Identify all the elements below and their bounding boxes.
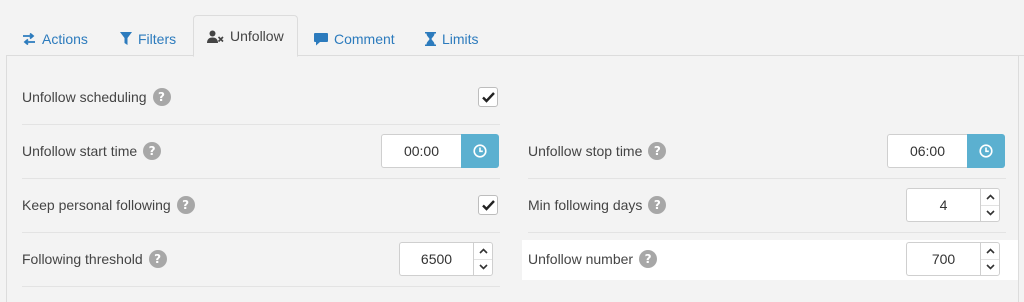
unfollow-number-label: Unfollow number — [528, 251, 634, 267]
unfollow-number-stepper: 700 — [906, 242, 1000, 276]
row-divider — [528, 178, 1006, 179]
comment-icon — [314, 32, 328, 46]
help-icon[interactable]: ? — [152, 88, 171, 106]
help-icon[interactable]: ? — [648, 142, 667, 160]
stepper-arrows — [980, 242, 1000, 276]
tab-label: Filters — [138, 31, 177, 47]
following-threshold-label: Following threshold — [22, 251, 143, 267]
unfollow-stop-time-input[interactable]: 06:00 — [887, 134, 967, 168]
help-icon[interactable]: ? — [176, 196, 195, 214]
tab-label: Comment — [334, 31, 395, 47]
help-icon[interactable]: ? — [648, 196, 667, 214]
tab-label: Unfollow — [230, 28, 284, 44]
checkmark-icon — [481, 91, 495, 103]
stepper-arrows — [473, 242, 493, 276]
row-divider — [528, 232, 1006, 233]
keep-personal-following-label-group: Keep personal following ? — [22, 196, 195, 214]
row-divider — [22, 232, 500, 233]
min-following-days-label-group: Min following days ? — [528, 196, 667, 214]
decrement-button[interactable] — [981, 204, 999, 222]
unfollow-stop-time-label: Unfollow stop time — [528, 143, 643, 159]
unfollow-start-time-input[interactable]: 00:00 — [381, 134, 461, 168]
following-threshold-label-group: Following threshold ? — [22, 250, 167, 268]
tab-label: Actions — [42, 31, 88, 47]
chevron-up-icon — [985, 248, 995, 254]
keep-personal-following-checkbox[interactable] — [478, 195, 498, 215]
min-following-days-input[interactable]: 4 — [906, 188, 980, 222]
user-remove-icon — [207, 30, 224, 43]
tab-actions[interactable]: Actions — [22, 22, 88, 56]
clock-icon — [979, 144, 993, 158]
chevron-up-icon — [478, 248, 488, 254]
clock-button[interactable] — [967, 134, 1005, 168]
unfollow-start-time-label-group: Unfollow start time ? — [22, 142, 162, 160]
row-divider — [22, 124, 500, 125]
clock-button[interactable] — [461, 134, 499, 168]
unfollow-start-time-label: Unfollow start time — [22, 143, 138, 159]
unfollow-scheduling-label-group: Unfollow scheduling ? — [22, 88, 171, 106]
unfollow-scheduling-checkbox[interactable] — [478, 87, 498, 107]
min-following-days-label: Min following days — [528, 197, 643, 213]
chevron-up-icon — [985, 194, 995, 200]
unfollow-stop-time-picker: 06:00 — [887, 134, 1005, 168]
tab-filters[interactable]: Filters — [120, 22, 176, 56]
stepper-arrows — [980, 188, 1000, 222]
tab-limits[interactable]: Limits — [425, 22, 479, 56]
tab-unfollow[interactable]: Unfollow — [193, 15, 298, 57]
decrement-button[interactable] — [981, 258, 999, 276]
tab-comment[interactable]: Comment — [314, 22, 395, 56]
help-icon[interactable]: ? — [148, 250, 167, 268]
chevron-down-icon — [985, 210, 995, 216]
min-following-days-stepper: 4 — [906, 188, 1000, 222]
clock-icon — [473, 144, 487, 158]
keep-personal-following-label: Keep personal following — [22, 197, 171, 213]
row-divider — [22, 178, 500, 179]
hourglass-icon — [425, 32, 436, 46]
decrement-button[interactable] — [474, 258, 492, 276]
tab-bar: Actions Filters Unfollow Comment Limits — [0, 0, 1024, 57]
unfollow-stop-time-label-group: Unfollow stop time ? — [528, 142, 667, 160]
chevron-down-icon — [478, 264, 488, 270]
tab-label: Limits — [442, 31, 479, 47]
unfollow-start-time-picker: 00:00 — [381, 134, 499, 168]
increment-button[interactable] — [981, 189, 999, 205]
following-threshold-input[interactable]: 6500 — [399, 242, 473, 276]
increment-button[interactable] — [981, 243, 999, 259]
filter-icon — [120, 32, 132, 46]
help-icon[interactable]: ? — [639, 250, 658, 268]
unfollow-number-input[interactable]: 700 — [906, 242, 980, 276]
unfollow-number-label-group: Unfollow number ? — [528, 250, 658, 268]
following-threshold-stepper: 6500 — [399, 242, 493, 276]
help-icon[interactable]: ? — [143, 142, 162, 160]
chevron-down-icon — [985, 264, 995, 270]
exchange-icon — [22, 33, 36, 45]
checkmark-icon — [481, 199, 495, 211]
increment-button[interactable] — [474, 243, 492, 259]
row-divider — [22, 286, 500, 287]
unfollow-scheduling-label: Unfollow scheduling — [22, 89, 147, 105]
